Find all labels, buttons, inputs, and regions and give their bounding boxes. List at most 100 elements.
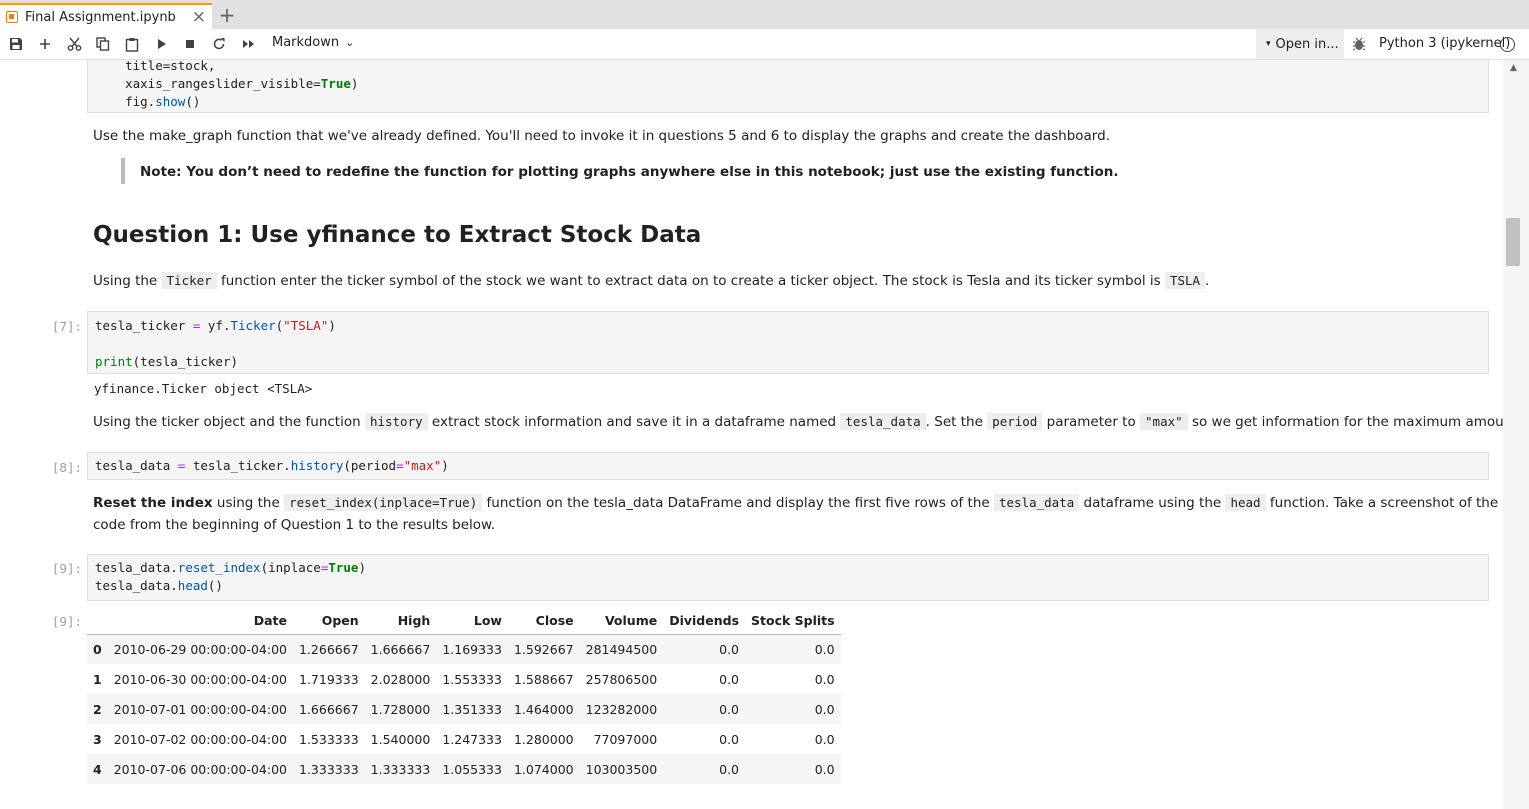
- scroll-up-icon[interactable]: ▲: [1510, 63, 1517, 73]
- row-index: 3: [93, 731, 102, 747]
- restart-icon: [213, 38, 225, 50]
- q1-paragraph: Using the Ticker function enter the tick…: [93, 272, 1210, 289]
- cell-8-prompt: [8]:: [51, 460, 82, 475]
- table-cell: 257806500: [585, 671, 658, 687]
- table-row: 4 2010-07-06 00:00:00-04:00 1.333333 1.3…: [87, 754, 841, 784]
- new-tab-button[interactable]: +: [214, 3, 240, 29]
- open-in-label: Open in...: [1275, 36, 1339, 52]
- column-header: Dividends: [663, 608, 746, 635]
- code-line: fig.show(): [95, 94, 201, 109]
- notebook-icon: [6, 11, 18, 23]
- table-cell: 0.0: [719, 701, 740, 717]
- column-header: High: [364, 608, 437, 635]
- table-cell: 0.0: [814, 671, 835, 687]
- bug-icon[interactable]: [1352, 36, 1366, 52]
- cell-7-output: yfinance.Ticker object <TSLA>: [94, 381, 313, 396]
- table-cell: 2010-07-01 00:00:00-04:00: [113, 701, 287, 717]
- scrollbar-thumb[interactable]: [1506, 218, 1520, 266]
- code-cell-7[interactable]: tesla_ticker = yf.Ticker("TSLA") print(t…: [87, 311, 1489, 374]
- inline-code: "max": [1140, 413, 1188, 430]
- paste-button[interactable]: [120, 33, 144, 55]
- table-cell: 1.351333: [442, 701, 502, 717]
- code-line: title=stock,: [95, 60, 216, 73]
- kernel-name[interactable]: Python 3 (ipykernel): [1379, 36, 1510, 51]
- column-header: Low: [436, 608, 508, 635]
- cell-type-dropdown[interactable]: Markdown ⌄: [272, 35, 354, 50]
- table-cell: 1.533333: [299, 731, 359, 747]
- table-cell: 2010-07-02 00:00:00-04:00: [113, 731, 287, 747]
- table-cell: 1.333333: [370, 761, 431, 777]
- stop-icon: [186, 40, 194, 48]
- open-in-button[interactable]: ▾ Open in...: [1256, 29, 1344, 59]
- cell-type-value: Markdown: [272, 35, 340, 50]
- table-row: 0 2010-06-29 00:00:00-04:00 1.266667 1.6…: [87, 634, 841, 664]
- close-icon[interactable]: ×: [192, 7, 206, 27]
- table-cell: 0.0: [719, 731, 740, 747]
- table-cell: 1.169333: [442, 641, 502, 657]
- restart-button[interactable]: [207, 33, 231, 55]
- inline-code: TSLA: [1164, 272, 1206, 289]
- table-cell: 1.464000: [513, 701, 574, 717]
- code-line: print(tesla_ticker): [95, 354, 238, 369]
- table-cell: 1.266667: [299, 641, 359, 657]
- column-header: Date: [107, 608, 293, 635]
- table-row: 2 2010-07-01 00:00:00-04:00 1.666667 1.7…: [87, 694, 841, 724]
- code-line: xaxis_rangeslider_visible=True): [95, 76, 359, 91]
- note-text: Note: You don’t need to redefine the fun…: [140, 164, 1119, 180]
- code-line: tesla_data.head(): [95, 578, 223, 593]
- code-line: tesla_ticker = yf.Ticker("TSLA"): [95, 318, 336, 333]
- vertical-scrollbar[interactable]: ▲: [1503, 60, 1529, 809]
- dataframe-table: Date Open High Low Close Volume Dividend…: [87, 608, 841, 784]
- copy-button[interactable]: [91, 33, 115, 55]
- row-index: 0: [93, 641, 102, 657]
- column-header: Stock Splits: [745, 608, 841, 635]
- run-button[interactable]: [150, 33, 174, 55]
- cut-button[interactable]: [62, 33, 86, 55]
- insert-cell-button[interactable]: [33, 33, 57, 55]
- table-header-row: Date Open High Low Close Volume Dividend…: [87, 608, 841, 635]
- cut-icon: [67, 37, 81, 51]
- table-cell: 0.0: [814, 641, 835, 657]
- paste-icon: [125, 37, 139, 52]
- table-cell: 2010-06-30 00:00:00-04:00: [113, 671, 287, 687]
- tab-bar: Final Assignment.ipynb × +: [0, 0, 1529, 29]
- run-all-button[interactable]: [237, 33, 261, 55]
- inline-code: Ticker: [161, 272, 217, 289]
- code-line: tesla_data.reset_index(inplace=True): [95, 560, 366, 575]
- reset-paragraph-line2: code from the beginning of Question 1 to…: [93, 517, 496, 533]
- table-cell: 0.0: [719, 641, 740, 657]
- table-cell: 1.247333: [442, 731, 502, 747]
- table-cell: 0.0: [814, 731, 835, 747]
- interrupt-button[interactable]: [178, 33, 202, 55]
- code-cell-make-graph[interactable]: title=stock, xaxis_rangeslider_visible=T…: [87, 60, 1489, 113]
- table-row: 3 2010-07-02 00:00:00-04:00 1.533333 1.5…: [87, 724, 841, 754]
- table-cell: 1.666667: [299, 701, 359, 717]
- intro-paragraph: Use the make_graph function that we've a…: [93, 128, 1110, 144]
- table-cell: 1.055333: [442, 761, 502, 777]
- table-cell: 1.540000: [370, 731, 431, 747]
- code-cell-9[interactable]: tesla_data.reset_index(inplace=True) tes…: [87, 554, 1489, 601]
- cell-9-output-prompt: [9]:: [51, 614, 82, 629]
- cell-7-prompt: [7]:: [51, 319, 82, 334]
- table-cell: 1.333333: [299, 761, 359, 777]
- question-1-heading: Question 1: Use yfinance to Extract Stoc…: [93, 222, 702, 248]
- table-cell: 103003500: [585, 761, 658, 777]
- table-cell: 0.0: [814, 761, 835, 777]
- row-index: 2: [93, 701, 102, 717]
- row-index: 1: [93, 671, 102, 687]
- tab-final-assignment[interactable]: Final Assignment.ipynb ×: [0, 3, 212, 29]
- table-cell: 2.028000: [370, 671, 431, 687]
- inline-code: tesla_data: [993, 494, 1080, 511]
- column-header: Close: [507, 608, 580, 635]
- cell-9-prompt: [9]:: [51, 561, 82, 576]
- save-button[interactable]: [4, 33, 28, 55]
- table-cell: 2010-07-06 00:00:00-04:00: [113, 761, 287, 777]
- table-cell: 1.553333: [442, 671, 502, 687]
- inline-code: period: [987, 413, 1043, 430]
- copy-icon: [96, 37, 110, 51]
- tab-title: Final Assignment.ipynb: [25, 9, 176, 25]
- table-cell: 123282000: [585, 701, 658, 717]
- table-cell: 0.0: [814, 701, 835, 717]
- code-cell-8[interactable]: tesla_data = tesla_ticker.history(period…: [87, 452, 1489, 480]
- inline-code: tesla_data: [840, 413, 926, 430]
